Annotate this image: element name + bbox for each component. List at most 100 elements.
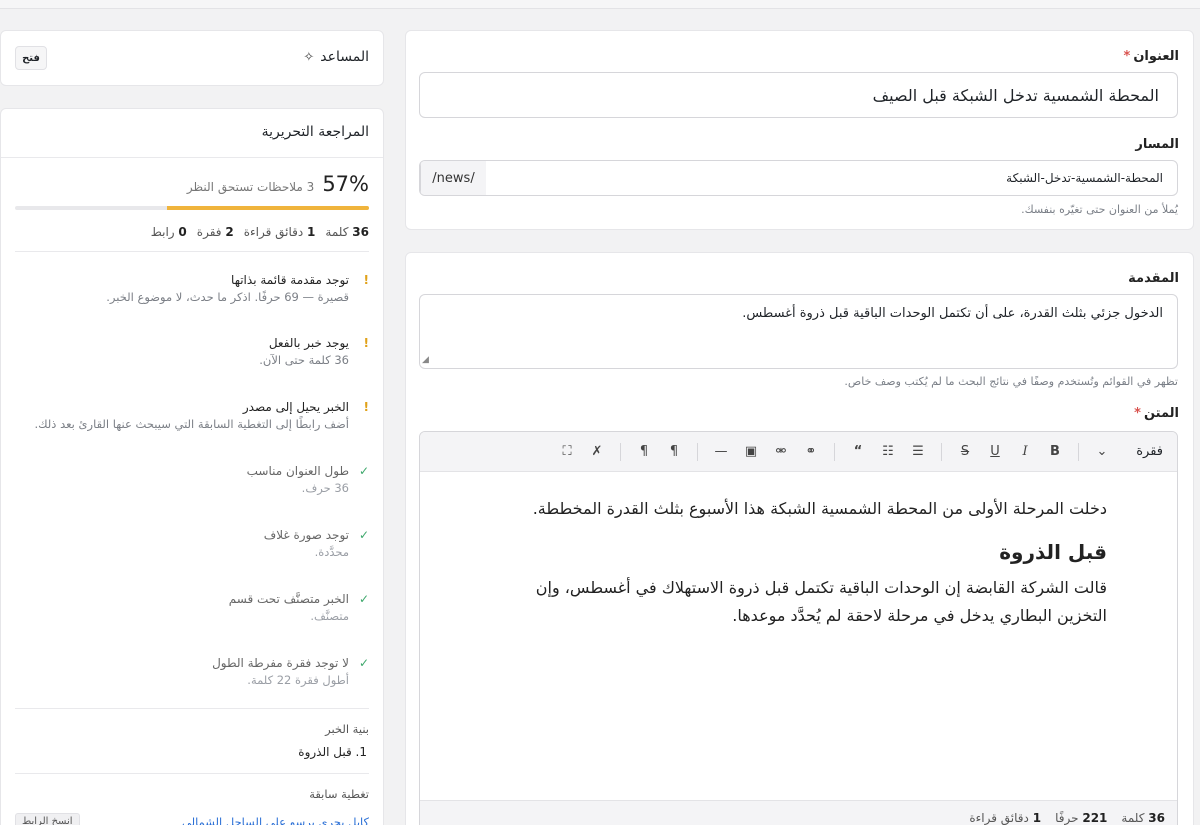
check-title: الخبر متصنَّف تحت قسم — [228, 592, 349, 606]
title-card: العنوان* المحطة الشمسية تدخل الشبكة قبل … — [405, 30, 1194, 230]
slug-field[interactable]: المحطة-الشمسية-تدخل-الشبكة /news/ — [419, 160, 1178, 196]
lead-value: الدخول جزئي بثلث القدرة، على أن تكتمل ال… — [742, 306, 1163, 321]
check-icon: ✓ — [358, 592, 369, 606]
check-icon: ✓ — [358, 528, 369, 542]
sparkle-icon: ✧ — [303, 49, 315, 65]
outline-item[interactable]: 1. قبل الذروة — [298, 745, 367, 759]
quote-icon[interactable]: “ — [845, 439, 871, 465]
check-title: توجد مقدمة قائمة بذاتها — [231, 273, 349, 287]
check-detail: أضف رابطًا إلى التغطية السابقة التي سيبح… — [34, 417, 349, 431]
lead-hint: تظهر في القوائم وتُستخدم وصفًا في نتائج … — [844, 375, 1178, 388]
warning-icon: ! — [363, 273, 369, 287]
content-card: المقدمة الدخول جزئي بثلث القدرة، على أن … — [405, 252, 1194, 825]
word-count: 36 كلمة — [1121, 811, 1165, 825]
editor-paragraph: قالت الشركة القابضة إن الوحدات الباقية ت… — [535, 578, 1107, 625]
slug-label: المسار — [1135, 137, 1179, 152]
score-percent: 57% — [322, 172, 369, 196]
toolbar-divider — [941, 442, 942, 461]
toolbar-divider — [1078, 442, 1079, 461]
review-score: 57% 3 ملاحظات تستحق النظر — [187, 172, 369, 196]
strikethrough-icon[interactable]: S — [952, 439, 978, 465]
previous-coverage-link[interactable]: كابل بحري يرسو على الساحل الشمالي — [182, 815, 369, 825]
top-bar — [0, 0, 1200, 9]
italic-icon[interactable]: I — [1012, 439, 1038, 465]
check-title: لا توجد فقرة مفرطة الطول — [212, 656, 349, 670]
slug-hint: يُملأ من العنوان حتى تغيّره بنفسك. — [1021, 203, 1178, 216]
fullscreen-icon[interactable]: ⛶ — [554, 439, 580, 465]
check-detail: 36 كلمة حتى الآن. — [259, 353, 349, 367]
chevron-down-icon[interactable]: ⌄ — [1089, 439, 1115, 465]
ordered-list-icon[interactable]: ☷ — [875, 439, 901, 465]
title-input[interactable]: المحطة الشمسية تدخل الشبكة قبل الصيف — [419, 72, 1178, 118]
check-detail: محدَّدة. — [314, 545, 349, 559]
check-detail: قصيرة — 69 حرفًا. اذكر ما حدث، لا موضوع … — [106, 290, 349, 304]
check-icon: ✓ — [358, 656, 369, 670]
editor-footer: 36 كلمة 221 حرفًا 1 دقائق قراءة — [420, 800, 1177, 825]
warning-icon: ! — [363, 336, 369, 350]
toolbar-divider — [834, 442, 835, 461]
check-title: يوجد خبر بالفعل — [268, 336, 349, 350]
toolbar-divider — [620, 442, 621, 461]
toolbar-divider — [697, 442, 698, 461]
check-item: ✓ لا توجد فقرة مفرطة الطول أطول فقرة 22 … — [13, 656, 369, 687]
score-progress-fill — [167, 206, 369, 210]
slug-prefix: /news/ — [420, 161, 486, 195]
check-item: ! يوجد خبر بالفعل 36 كلمة حتى الآن. — [13, 336, 369, 367]
bold-icon[interactable]: B — [1042, 439, 1068, 465]
review-stats: 36 كلمة 1 دقائق قراءة 2 فقرة 0 رابط — [150, 225, 369, 239]
horizontal-rule-icon[interactable]: — — [708, 439, 734, 465]
lead-textarea[interactable]: الدخول جزئي بثلث القدرة، على أن تكتمل ال… — [419, 294, 1178, 369]
copy-link-button[interactable]: انسخ الرابط — [15, 813, 80, 825]
review-card: المراجعة التحريرية 57% 3 ملاحظات تستحق ا… — [0, 108, 384, 825]
char-count: 221 حرفًا — [1055, 811, 1108, 825]
outline-label: بنية الخبر — [325, 722, 369, 736]
divider — [15, 251, 369, 252]
check-icon: ✓ — [358, 464, 369, 478]
rich-text-editor[interactable]: فقرة ⌄ B I U S ☰ ☷ “ ⚭ ⚮ ▣ — ¶ ¶ ✗ ⛶ دخل… — [419, 431, 1178, 825]
editor-heading: قبل الذروة — [999, 540, 1107, 564]
block-type-select[interactable]: فقرة — [1131, 444, 1163, 459]
check-title: الخبر يحيل إلى مصدر — [242, 400, 349, 414]
divider — [15, 708, 369, 709]
title-label: العنوان* — [1123, 49, 1180, 64]
check-item: ✓ طول العنوان مناسب 36 حرف. — [13, 464, 369, 495]
check-item: ! توجد مقدمة قائمة بذاتها قصيرة — 69 حرف… — [13, 273, 369, 304]
check-detail: أطول فقرة 22 كلمة. — [247, 673, 349, 687]
previous-coverage-label: تغطية سابقة — [309, 787, 369, 801]
divider — [1, 157, 383, 158]
ltr-icon[interactable]: ¶ — [631, 439, 657, 465]
warning-icon: ! — [363, 400, 369, 414]
underline-icon[interactable]: U — [982, 439, 1008, 465]
assistant-open-button[interactable]: فتح — [15, 46, 47, 70]
read-time: 1 دقائق قراءة — [969, 811, 1042, 825]
bullet-list-icon[interactable]: ☰ — [905, 439, 931, 465]
clear-format-icon[interactable]: ✗ — [584, 439, 610, 465]
check-detail: متصنَّف. — [310, 609, 349, 623]
title-input-value: المحطة الشمسية تدخل الشبكة قبل الصيف — [872, 85, 1159, 105]
editor-paragraph: دخلت المرحلة الأولى من المحطة الشمسية ال… — [532, 499, 1107, 518]
divider — [15, 773, 369, 774]
check-detail: 36 حرف. — [301, 481, 349, 495]
check-item: ✓ الخبر متصنَّف تحت قسم متصنَّف. — [13, 592, 369, 623]
rtl-icon[interactable]: ¶ — [661, 439, 687, 465]
check-title: طول العنوان مناسب — [246, 464, 349, 478]
body-label: المتن* — [1134, 406, 1179, 421]
check-item: ✓ توجد صورة غلاف محدَّدة. — [13, 528, 369, 559]
review-title: المراجعة التحريرية — [261, 124, 369, 140]
score-progress-bar — [15, 206, 369, 210]
assistant-title: المساعد — [320, 49, 369, 65]
lead-label: المقدمة — [1128, 271, 1179, 286]
assistant-card: المساعد ✧ فتح — [0, 30, 384, 86]
check-title: توجد صورة غلاف — [263, 528, 349, 542]
unlink-icon[interactable]: ⚮ — [768, 439, 794, 465]
image-icon[interactable]: ▣ — [738, 439, 764, 465]
assistant-header: المساعد ✧ — [303, 49, 369, 65]
check-item: ! الخبر يحيل إلى مصدر أضف رابطًا إلى الت… — [13, 400, 369, 431]
score-notes: 3 ملاحظات تستحق النظر — [186, 180, 315, 194]
resize-handle-icon[interactable]: ◢ — [422, 354, 429, 367]
previous-coverage-row: كابل بحري يرسو على الساحل الشمالي انسخ ا… — [15, 813, 369, 825]
editor-content[interactable]: دخلت المرحلة الأولى من المحطة الشمسية ال… — [487, 495, 1107, 630]
editor-toolbar: فقرة ⌄ B I U S ☰ ☷ “ ⚭ ⚮ ▣ — ¶ ¶ ✗ ⛶ — [420, 432, 1177, 472]
slug-input[interactable]: المحطة-الشمسية-تدخل-الشبكة — [486, 161, 1177, 195]
link-icon[interactable]: ⚭ — [798, 439, 824, 465]
